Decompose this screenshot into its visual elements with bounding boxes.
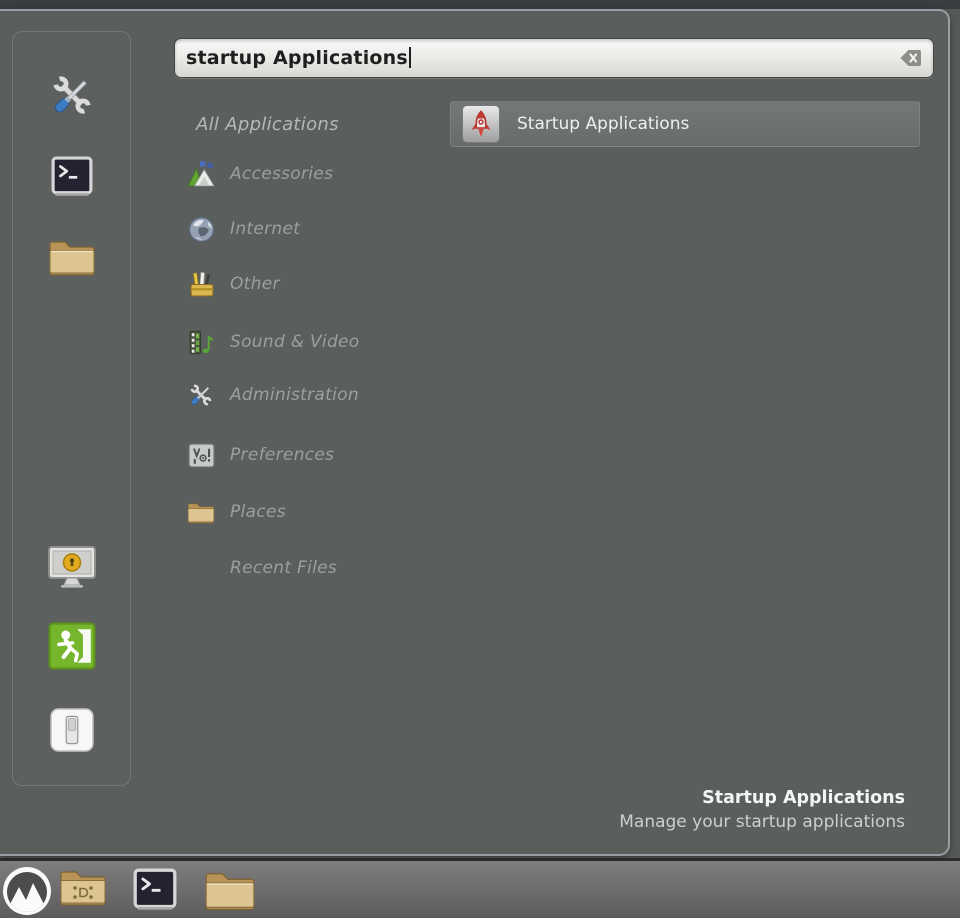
detail-title: Startup Applications [619,786,905,810]
folder-icon [48,238,96,280]
terminal-icon [133,868,177,916]
admin-tools-icon [186,380,216,410]
category-all-applications[interactable]: All Applications [196,107,339,141]
sidebar-item-shutdown[interactable] [49,709,95,755]
search-input[interactable]: startup Applications [174,38,934,78]
category-accessories[interactable]: Accessories [186,157,333,191]
result-item-startup-applications[interactable]: Startup Applications [450,101,920,147]
taskbar-terminal[interactable] [133,870,177,914]
text-cursor [409,47,411,68]
logout-icon [48,622,96,674]
category-sound-video[interactable]: Sound & Video [186,325,360,359]
sidebar-item-administration-tools[interactable] [46,71,98,123]
selection-detail: Startup Applications Manage your startup… [619,786,905,834]
menu-logo-icon [2,866,52,918]
lock-screen-icon [46,545,98,595]
mint-menu-popup: startup Applications All Applications [0,9,950,856]
sidebar-item-lock-screen[interactable] [46,547,98,593]
taskbar-menu-button[interactable] [2,868,52,918]
category-preferences[interactable]: Preferences [186,438,334,472]
detail-subtitle: Manage your startup applications [619,810,905,834]
places-folder-icon [186,497,216,527]
film-note-icon [186,327,216,357]
taskbar [0,858,960,918]
category-recent-files[interactable]: Recent Files [186,551,337,585]
toolbox-icon [186,269,216,299]
sidebar-item-logout[interactable] [48,624,96,672]
category-administration[interactable]: Administration [186,378,359,412]
category-other[interactable]: Other [186,267,280,301]
tools-icon [47,70,97,124]
desktop-top-strip [0,0,960,9]
taskbar-files-folder[interactable] [204,870,256,914]
documents-folder-icon [59,866,107,912]
startup-rocket-icon [462,105,500,143]
search-text: startup Applications [186,47,411,69]
recent-files-icon-placeholder [186,553,216,583]
terminal-icon [51,156,93,202]
sidebar [12,31,131,786]
sidebar-item-terminal[interactable] [51,158,93,200]
category-internet[interactable]: Internet [186,212,300,246]
desktop: startup Applications All Applications [0,0,960,918]
folder-icon [204,869,256,915]
shutdown-icon [49,707,95,757]
clear-search-icon[interactable] [899,49,922,67]
sidebar-item-file-manager[interactable] [48,239,96,279]
category-places[interactable]: Places [186,495,286,529]
preferences-icon [186,440,216,470]
accessories-icon [186,159,216,189]
taskbar-documents-folder[interactable] [59,866,107,912]
globe-icon [186,214,216,244]
